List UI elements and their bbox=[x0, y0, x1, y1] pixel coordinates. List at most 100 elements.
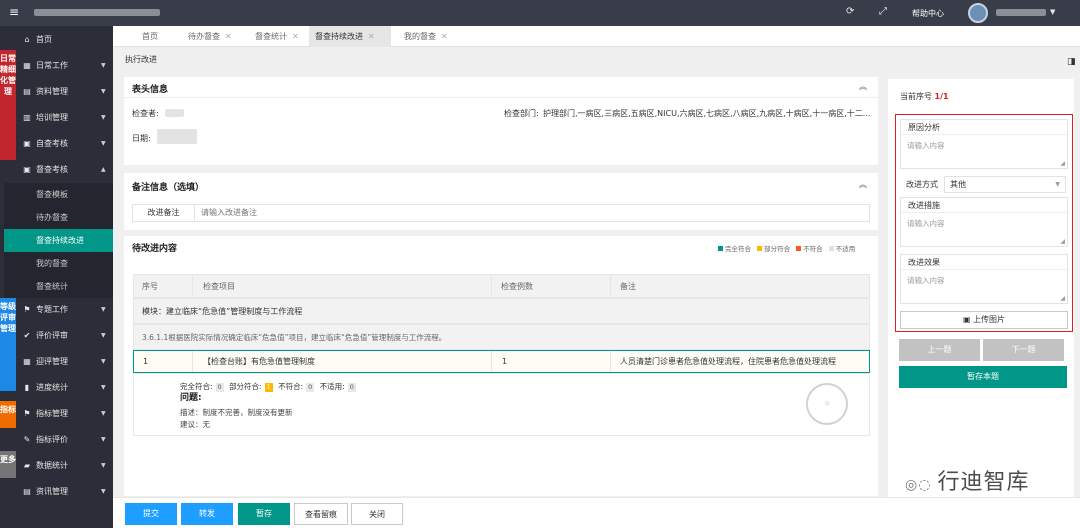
resize-handle-icon[interactable]: ◢ bbox=[1060, 295, 1065, 302]
row-no: 1 bbox=[143, 357, 149, 366]
sidebar-item-special-work[interactable]: ⚑ 专题工作 ▼ bbox=[0, 297, 113, 323]
fullscreen-icon[interactable]: ⤢ bbox=[879, 6, 887, 17]
effect-placeholder: 请输入内容 bbox=[907, 276, 945, 285]
current-index: 当前序号 1/1 bbox=[900, 92, 949, 101]
tab-statistics[interactable]: 督查统计 ✕ bbox=[249, 26, 305, 47]
chevron-down-icon: ▼ bbox=[101, 436, 106, 443]
sidebar-item-evaluation[interactable]: ✔ 评价评审 ▼ bbox=[0, 323, 113, 349]
submit-button[interactable]: 提交 bbox=[125, 503, 177, 525]
result-stats: 完全符合: 0 部分符合: 1 不符合: 0 不适用: 0 bbox=[180, 382, 356, 392]
legend-part: 部分符合 bbox=[757, 245, 790, 253]
method-label: 改进方式 bbox=[906, 180, 938, 189]
sidebar-item-daily-work[interactable]: ▦ 日常工作 ▼ bbox=[0, 53, 113, 79]
legend: 完全符合 部分符合 不符合 不适用 bbox=[718, 243, 855, 253]
chevron-down-icon: ▼ bbox=[101, 410, 106, 417]
flag-icon: ⚑ bbox=[23, 409, 31, 418]
header-info-title: 表头信息 bbox=[132, 85, 169, 95]
inspector-value-blurred bbox=[165, 109, 184, 117]
sidebar-item-index-manage[interactable]: ⚑ 指标管理 ▼ bbox=[0, 401, 113, 427]
row-count: 1 bbox=[502, 357, 508, 366]
legend-non: 不符合 bbox=[796, 245, 823, 253]
view-trace-button[interactable]: 查看留痕 bbox=[294, 503, 348, 525]
collapse-icon[interactable]: ︽ bbox=[859, 179, 867, 190]
tab-home[interactable]: 首页 bbox=[136, 26, 164, 47]
blurred-username[interactable] bbox=[996, 9, 1046, 16]
clause-row: 3.6.1.1根据医院实际情况确定临床“危急值”项目，建立临床“危急值”管理制度… bbox=[133, 324, 870, 350]
tab-bar: 首页 待办督查 ✕ 督查统计 ✕ 督查持续改进 ✕ 我的督查 ✕ bbox=[113, 26, 1080, 47]
close-icon[interactable]: ✕ bbox=[292, 32, 299, 41]
seal-stamp-icon: ◎ bbox=[806, 383, 848, 425]
effect-label: 改进效果 bbox=[901, 255, 1067, 270]
sidebar-subitem-statistics[interactable]: 督查统计 bbox=[4, 275, 113, 298]
chevron-down-icon[interactable]: ▼ bbox=[1050, 8, 1055, 16]
refresh-icon[interactable]: ⟳ bbox=[846, 6, 854, 17]
home-icon: ⌂ bbox=[24, 35, 30, 44]
table-row[interactable]: 1 【检查台账】有危急值管理制度 1 人员清楚门诊患者危急值处理流程，住院患者危… bbox=[133, 350, 870, 373]
remark-field: 改进备注 bbox=[132, 204, 870, 222]
wechat-icon: ◎◌ bbox=[905, 477, 932, 493]
header-info-card: 表头信息 ︽ 检查者: 检查部门: 护理部门,一病区,三病区,五病区,NICU,… bbox=[124, 77, 878, 165]
method-select[interactable]: 其他 ▼ bbox=[944, 176, 1066, 193]
chart-icon: ▮ bbox=[24, 383, 30, 392]
issue-description: 描述：制度不完善，制度没有更新 bbox=[180, 408, 293, 417]
sidebar-subitem-continuous-improvement[interactable]: 督查持续改进 bbox=[4, 229, 113, 252]
save-question-button[interactable]: 暂存本题 bbox=[899, 366, 1067, 388]
inspector-label: 检查者: bbox=[132, 109, 159, 118]
check-icon: ✔ bbox=[23, 331, 31, 340]
popout-icon[interactable]: ◨ bbox=[1067, 57, 1076, 67]
sidebar-subitem-template[interactable]: 督查模板 bbox=[4, 183, 113, 206]
sidebar-subitem-my-supervision[interactable]: 我的督查 bbox=[4, 252, 113, 275]
sidebar-item-self-check[interactable]: ▣ 自查考核 ▼ bbox=[0, 131, 113, 157]
tab-todo[interactable]: 待办督查 ✕ bbox=[182, 26, 238, 47]
chevron-down-icon: ▼ bbox=[101, 140, 106, 147]
method-row: 改进方式 其他 ▼ bbox=[900, 176, 1068, 193]
sidebar-item-materials[interactable]: ▤ 资料管理 ▼ bbox=[0, 79, 113, 105]
flag-icon: ⚑ bbox=[23, 305, 31, 314]
sidebar-item-home[interactable]: ⌂ 首页 bbox=[0, 27, 113, 53]
row-detail: 完全符合: 0 部分符合: 1 不符合: 0 不适用: 0 问题: 描述：制度不完善，制… bbox=[133, 373, 870, 436]
close-icon[interactable]: ✕ bbox=[441, 32, 448, 41]
upload-image-button[interactable]: ▣ 上传图片 bbox=[900, 311, 1068, 329]
resize-handle-icon[interactable]: ◢ bbox=[1060, 160, 1065, 167]
sidebar-item-supervision[interactable]: ▣ 督查考核 ▲ bbox=[0, 157, 113, 183]
tab-my-supervision[interactable]: 我的督查 ✕ bbox=[398, 26, 454, 47]
close-icon[interactable]: ✕ bbox=[225, 32, 232, 41]
clipboard-icon: ▣ bbox=[23, 139, 31, 148]
sidebar-item-data-stats[interactable]: ▰ 数据统计 ▼ bbox=[0, 453, 113, 479]
sidebar-item-training[interactable]: ▥ 培训管理 ▼ bbox=[0, 105, 113, 131]
sidebar-item-news[interactable]: ▤ 资讯管理 ▼ bbox=[0, 479, 113, 505]
tab-continuous-improvement[interactable]: 督查持续改进 ✕ bbox=[309, 26, 391, 47]
save-draft-button[interactable]: 暂存 bbox=[238, 503, 290, 525]
close-button[interactable]: 关闭 bbox=[351, 503, 403, 525]
chevron-up-icon: ▲ bbox=[101, 166, 106, 173]
sidebar-subitem-todo[interactable]: 待办督查 bbox=[4, 206, 113, 229]
sidebar-item-review-prep[interactable]: ▦ 迎评管理 ▼ bbox=[0, 349, 113, 375]
chevron-down-icon: ▼ bbox=[101, 62, 106, 69]
sidebar-item-index-eval[interactable]: ✎ 指标评价 ▼ bbox=[0, 427, 113, 453]
measure-field[interactable]: 改进措施 请输入内容 ◢ bbox=[900, 197, 1068, 247]
sidebar-item-progress[interactable]: ▮ 进度统计 ▼ bbox=[0, 375, 113, 401]
measure-placeholder: 请输入内容 bbox=[907, 219, 945, 228]
cause-analysis-field[interactable]: 原因分析 请输入内容 ◢ bbox=[900, 119, 1068, 169]
hamburger-icon[interactable]: ≡ bbox=[9, 5, 19, 19]
resize-handle-icon[interactable]: ◢ bbox=[1060, 238, 1065, 245]
chevron-down-icon: ▼ bbox=[1055, 181, 1060, 188]
wrench-icon: ✎ bbox=[23, 435, 31, 444]
prev-question-button[interactable]: 上一题 bbox=[899, 339, 980, 361]
close-icon[interactable]: ✕ bbox=[368, 32, 375, 41]
issue-advice: 建议：无 bbox=[180, 420, 210, 429]
remark-input[interactable] bbox=[201, 205, 801, 221]
help-center-link[interactable]: 帮助中心 bbox=[912, 8, 944, 19]
sidebar: 日常精细化管理 等级评审管理 指标 更多 ⌂ 首页 ▦ 日常工作 ▼ ▤ 资料管理 ▼ ▥… bbox=[0, 26, 113, 528]
collapse-icon[interactable]: ︽ bbox=[859, 81, 867, 92]
chevron-down-icon: ▼ bbox=[101, 384, 106, 391]
col-no: 序号 bbox=[142, 282, 158, 291]
forward-button[interactable]: 转发 bbox=[181, 503, 233, 525]
calendar-icon: ▦ bbox=[23, 61, 31, 70]
cause-analysis-placeholder: 请输入内容 bbox=[907, 141, 945, 150]
next-question-button[interactable]: 下一题 bbox=[983, 339, 1064, 361]
news-icon: ▤ bbox=[23, 487, 31, 496]
avatar[interactable] bbox=[968, 3, 988, 23]
effect-field[interactable]: 改进效果 请输入内容 ◢ bbox=[900, 254, 1068, 304]
dept-value: 护理部门,一病区,三病区,五病区,NICU,六病区,七病区,八病区,九病区,十病… bbox=[543, 109, 871, 118]
